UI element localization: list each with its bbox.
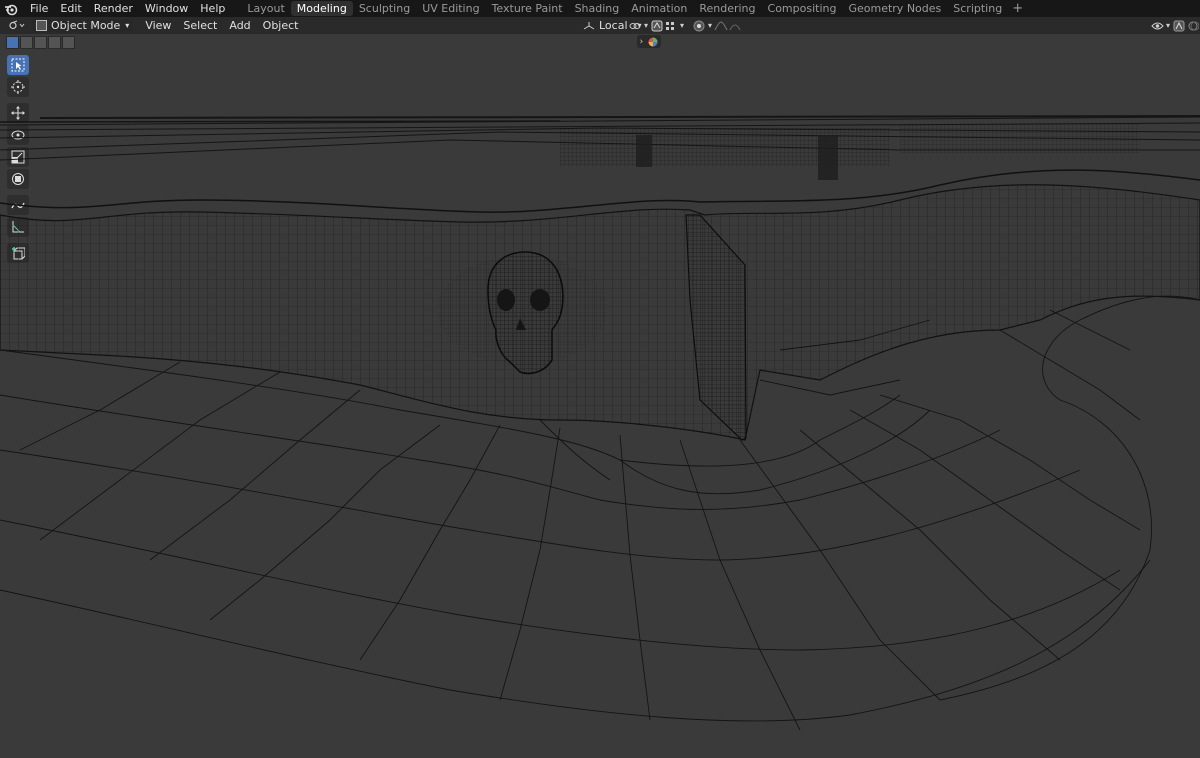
menu-window[interactable]: Window — [139, 0, 194, 17]
tab-uv-editing[interactable]: UV Editing — [416, 1, 485, 16]
background-pillar-2 — [636, 135, 652, 167]
menu-object[interactable]: Object — [257, 19, 305, 32]
tab-geometry-nodes[interactable]: Geometry Nodes — [842, 1, 947, 16]
menu-add[interactable]: Add — [223, 19, 256, 32]
tab-modeling[interactable]: Modeling — [290, 1, 353, 16]
snap-grid-icon[interactable] — [664, 19, 678, 32]
chevron-down-icon[interactable]: ▾ — [706, 19, 714, 32]
tab-animation[interactable]: Animation — [625, 1, 693, 16]
mode-dropdown[interactable]: Object Mode ▾ — [32, 19, 134, 32]
top-menu-bar: File Edit Render Window Help Layout Mode… — [0, 0, 1200, 17]
menu-view[interactable]: View — [139, 19, 177, 32]
pivot-link-icon[interactable] — [628, 19, 642, 32]
visibility-eye-icon[interactable] — [1150, 19, 1164, 32]
chevron-down-icon: ▾ — [125, 21, 130, 30]
menu-help[interactable]: Help — [194, 0, 231, 17]
add-workspace-button[interactable]: + — [1008, 1, 1027, 16]
blender-logo-icon[interactable] — [4, 2, 18, 16]
background-building-far — [900, 124, 1140, 154]
chevron-down-icon[interactable]: ▾ — [678, 19, 686, 32]
snapping-group: ▾ ▾ ▾ — [628, 19, 742, 32]
proportional-editing-icon[interactable] — [692, 19, 706, 32]
menu-select[interactable]: Select — [177, 19, 223, 32]
menu-edit[interactable]: Edit — [54, 0, 87, 17]
editor-type-icon — [9, 20, 25, 30]
mode-label: Object Mode — [51, 19, 121, 32]
viewport-header: Object Mode ▾ View Select Add Object Loc… — [0, 17, 1200, 34]
object-mode-icon — [36, 20, 47, 31]
chevron-down-icon[interactable]: ▾ — [1164, 19, 1172, 32]
tab-rendering[interactable]: Rendering — [693, 1, 761, 16]
menu-file[interactable]: File — [24, 0, 54, 17]
snap-icon[interactable] — [650, 19, 664, 32]
viewport-header-right: ▾ — [1150, 17, 1200, 34]
background-pillar — [818, 135, 838, 180]
wireframe-scene — [0, 115, 1200, 731]
3d-viewport[interactable] — [0, 34, 1200, 755]
tab-texture-paint[interactable]: Texture Paint — [486, 1, 569, 16]
menu-render[interactable]: Render — [88, 0, 139, 17]
chevron-down-icon[interactable]: ▾ — [642, 19, 650, 32]
orientation-label: Local — [599, 19, 628, 32]
gizmo-toggle-icon[interactable] — [1172, 19, 1186, 32]
overlays-icon[interactable] — [1186, 19, 1200, 32]
falloff-icon[interactable] — [714, 19, 728, 32]
tab-layout[interactable]: Layout — [241, 1, 290, 16]
workspace-tabs: Layout Modeling Sculpting UV Editing Tex… — [241, 1, 1027, 16]
background-building — [560, 128, 890, 166]
tab-compositing[interactable]: Compositing — [762, 1, 843, 16]
editor-type-selector[interactable] — [8, 20, 28, 31]
tab-scripting[interactable]: Scripting — [947, 1, 1008, 16]
orientation-icon — [582, 19, 596, 32]
falloff-curve-icon[interactable] — [728, 19, 742, 32]
tab-shading[interactable]: Shading — [569, 1, 626, 16]
tab-sculpting[interactable]: Sculpting — [353, 1, 416, 16]
